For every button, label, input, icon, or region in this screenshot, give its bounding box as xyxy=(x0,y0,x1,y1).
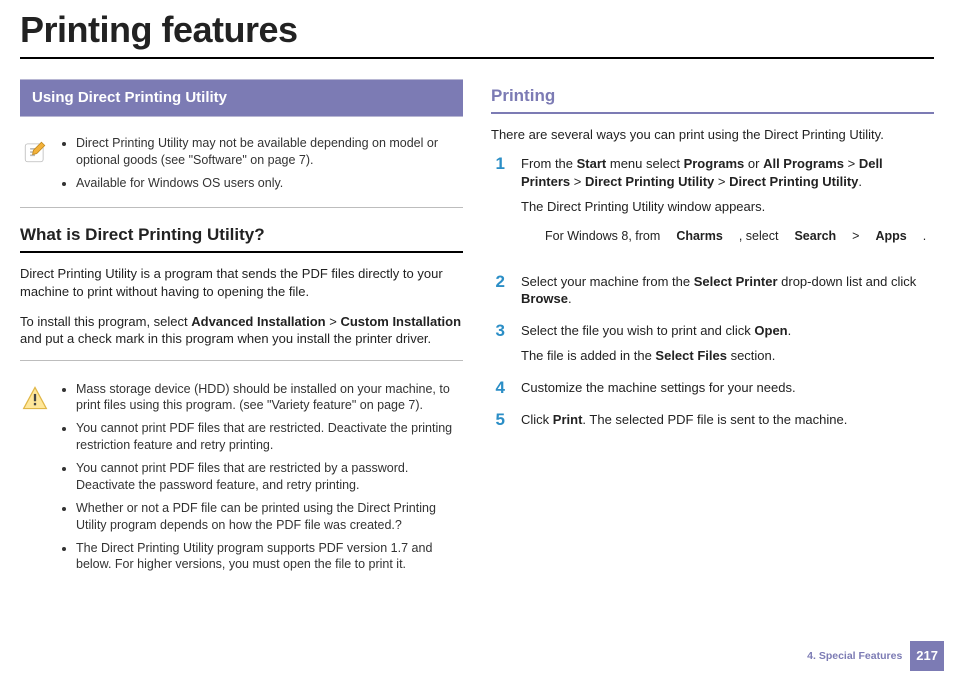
heading-what-is-dpu: What is Direct Printing Utility? xyxy=(20,224,463,247)
text: Select your machine from the xyxy=(521,274,694,289)
info-note-item: Available for Windows OS users only. xyxy=(76,175,461,192)
footer-page-number: 217 xyxy=(910,641,944,671)
text-bold: Programs xyxy=(684,156,745,171)
text: > xyxy=(844,156,859,171)
step-text: Select the file you wish to print and cl… xyxy=(521,322,934,340)
paragraph: To install this program, select Advanced… xyxy=(20,313,463,348)
sub-bullet-item: For Windows 8, from Charms , select Searc… xyxy=(545,228,934,245)
warning-note-list: Mass storage device (HDD) should be inst… xyxy=(58,381,461,580)
text-bold: Charms xyxy=(676,228,723,245)
warning-note-item: You cannot print PDF files that are rest… xyxy=(76,420,461,454)
text-bold: Select Files xyxy=(655,348,727,363)
text: drop-down list and click xyxy=(778,274,917,289)
step-text: The Direct Printing Utility window appea… xyxy=(521,198,934,216)
text-bold: Direct Printing Utility xyxy=(729,174,858,189)
text: The file is added in the xyxy=(521,348,655,363)
title-rule xyxy=(20,57,934,59)
warning-icon xyxy=(22,385,48,411)
footer: 4. Special Features 217 xyxy=(807,641,944,671)
text: , select xyxy=(739,228,779,245)
heading-printing: Printing xyxy=(491,85,934,108)
text: . xyxy=(923,228,926,245)
right-column: Printing There are several ways you can … xyxy=(491,79,934,586)
text-bold: Start xyxy=(577,156,607,171)
text-bold: Select Printer xyxy=(694,274,778,289)
text: . xyxy=(568,291,572,306)
warning-note-item: Mass storage device (HDD) should be inst… xyxy=(76,381,461,415)
text: Select the file you wish to print and cl… xyxy=(521,323,754,338)
info-note-box: Direct Printing Utility may not be avail… xyxy=(20,131,463,204)
info-note-list: Direct Printing Utility may not be avail… xyxy=(58,135,461,198)
step: 2 Select your machine from the Select Pr… xyxy=(491,273,934,308)
text: Click xyxy=(521,412,553,427)
warning-note-item: Whether or not a PDF file can be printed… xyxy=(76,500,461,534)
text-bold: Search xyxy=(794,228,836,245)
paragraph: There are several ways you can print usi… xyxy=(491,126,934,144)
paragraph: Direct Printing Utility is a program tha… xyxy=(20,265,463,300)
step-body: Click Print. The selected PDF file is se… xyxy=(521,411,934,429)
two-column-layout: Using Direct Printing Utility Direct Pri… xyxy=(0,79,954,586)
info-note-item: Direct Printing Utility may not be avail… xyxy=(76,135,461,169)
text: > xyxy=(570,174,585,189)
text-bold: Direct Printing Utility xyxy=(585,174,714,189)
step-body: Select the file you wish to print and cl… xyxy=(521,322,934,365)
warning-note-item: You cannot print PDF files that are rest… xyxy=(76,460,461,494)
step-body: Select your machine from the Select Prin… xyxy=(521,273,934,308)
text-bold: Advanced Installation xyxy=(191,314,325,329)
text-bold: All Programs xyxy=(763,156,844,171)
text: or xyxy=(744,156,763,171)
text-bold: Custom Installation xyxy=(340,314,461,329)
step-text: From the Start menu select Programs or A… xyxy=(521,155,934,190)
steps-list: 1 From the Start menu select Programs or… xyxy=(491,155,934,430)
text: > xyxy=(852,228,859,245)
text-bold: Print xyxy=(553,412,583,427)
step: 5 Click Print. The selected PDF file is … xyxy=(491,411,934,430)
warning-note-box: Mass storage device (HDD) should be inst… xyxy=(20,377,463,586)
info-note-icon xyxy=(22,139,48,165)
footer-chapter: 4. Special Features xyxy=(807,649,902,663)
step-number: 3 xyxy=(491,322,505,341)
text: menu select xyxy=(606,156,683,171)
sub-bullet-list: For Windows 8, from Charms , select Searc… xyxy=(521,228,934,245)
step: 4 Customize the machine settings for you… xyxy=(491,379,934,398)
step: 1 From the Start menu select Programs or… xyxy=(491,155,934,259)
text: and put a check mark in this program whe… xyxy=(20,331,431,346)
text: To install this program, select xyxy=(20,314,191,329)
text: . xyxy=(858,174,862,189)
text: . The selected PDF file is sent to the m… xyxy=(582,412,847,427)
section-bar-using-dpu: Using Direct Printing Utility xyxy=(20,79,463,117)
page-title: Printing features xyxy=(20,6,954,55)
divider xyxy=(20,360,463,361)
divider xyxy=(20,207,463,208)
heading-rule xyxy=(20,251,463,253)
text: > xyxy=(326,314,341,329)
text: section. xyxy=(727,348,775,363)
step-number: 2 xyxy=(491,273,505,292)
step-body: Customize the machine settings for your … xyxy=(521,379,934,397)
text-bold: Open xyxy=(754,323,787,338)
text: From the xyxy=(521,156,577,171)
step: 3 Select the file you wish to print and … xyxy=(491,322,934,365)
warning-note-item: The Direct Printing Utility program supp… xyxy=(76,540,461,574)
text-bold: Apps xyxy=(875,228,906,245)
text-bold: Browse xyxy=(521,291,568,306)
step-number: 4 xyxy=(491,379,505,398)
step-body: From the Start menu select Programs or A… xyxy=(521,155,934,259)
step-number: 1 xyxy=(491,155,505,174)
heading-rule xyxy=(491,112,934,114)
step-number: 5 xyxy=(491,411,505,430)
text: . xyxy=(788,323,792,338)
text: > xyxy=(714,174,729,189)
text: For Windows 8, from xyxy=(545,228,660,245)
left-column: Using Direct Printing Utility Direct Pri… xyxy=(20,79,463,586)
step-text: The file is added in the Select Files se… xyxy=(521,347,934,365)
